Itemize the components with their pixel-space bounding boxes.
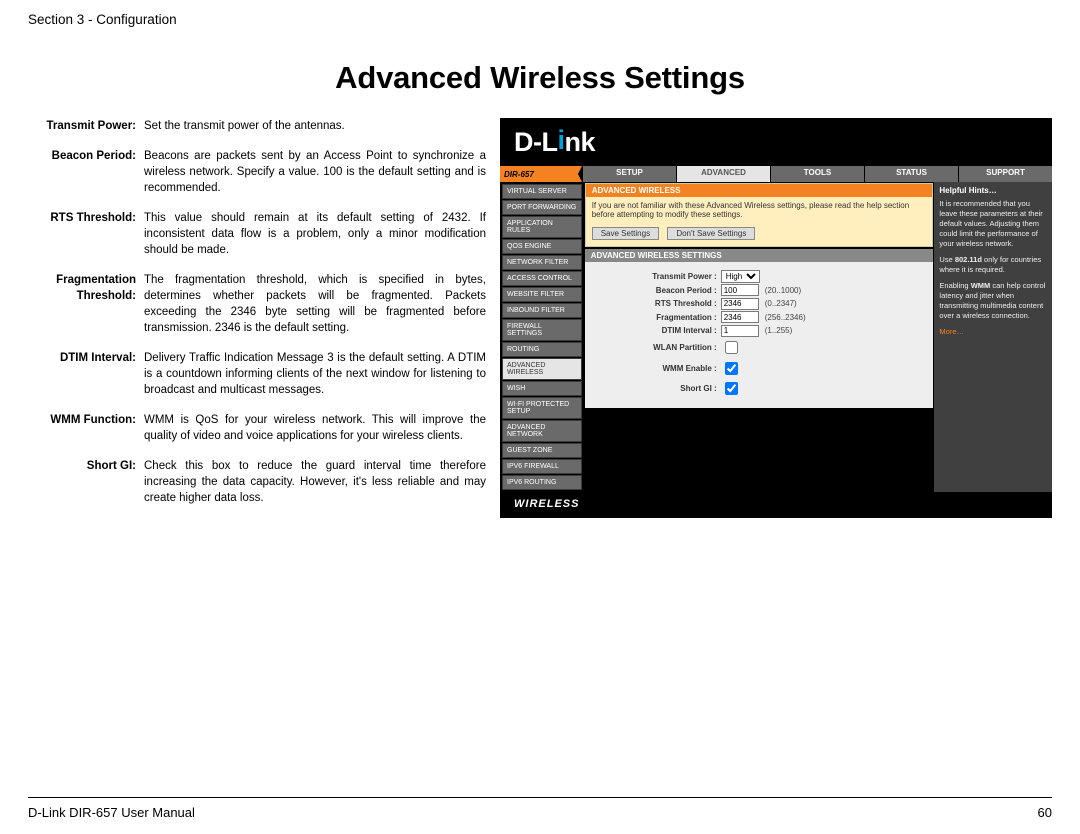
definition-label: Transmit Power: <box>16 118 140 134</box>
dtim-range: (1..255) <box>765 326 793 335</box>
sidebar-item[interactable]: VIRTUAL SERVER <box>502 184 582 199</box>
hints-p1: It is recommended that you leave these p… <box>939 199 1047 249</box>
sidebar-item[interactable]: ACCESS CONTROL <box>502 271 582 286</box>
router-admin-screenshot: D-Link DIR-657 SETUPADVANCEDTOOLSSTATUSS… <box>500 118 1052 518</box>
notif-buttons: Save Settings Don't Save Settings <box>586 223 933 246</box>
definition-label: Beacon Period: <box>16 148 140 196</box>
definition-label: DTIM Interval: <box>16 350 140 398</box>
notif-text: If you are not familiar with these Advan… <box>586 197 933 223</box>
sidebar-item[interactable]: WISH <box>502 381 582 396</box>
sidebar-item[interactable]: ADVANCED NETWORK <box>502 420 582 442</box>
sidebar-item[interactable]: INBOUND FILTER <box>502 303 582 318</box>
definition-text: Check this box to reduce the guard inter… <box>140 458 486 506</box>
definition-text: Set the transmit power of the antennas. <box>140 118 486 134</box>
model-label: DIR-657 <box>500 166 582 182</box>
notification-box: ADVANCED WIRELESS If you are not familia… <box>585 183 934 247</box>
definition-text: Delivery Traffic Indication Message 3 is… <box>140 350 486 398</box>
definition-row: Transmit Power:Set the transmit power of… <box>16 118 486 134</box>
notif-header: ADVANCED WIRELESS <box>586 184 933 197</box>
frag-label: Fragmentation : <box>595 313 721 322</box>
beacon-range: (20..1000) <box>765 286 801 295</box>
hints-p3: Enabling WMM can help control latency an… <box>939 281 1047 321</box>
frag-range: (256..2346) <box>765 313 806 322</box>
rts-range: (0..2347) <box>765 299 797 308</box>
dtim-input[interactable] <box>721 325 759 337</box>
hints-more-link[interactable]: More… <box>939 327 1047 337</box>
beacon-input[interactable] <box>721 284 759 296</box>
definition-text: WMM is QoS for your wireless network. Th… <box>140 412 486 444</box>
definition-text: The fragmentation threshold, which is sp… <box>140 272 486 336</box>
save-settings-button[interactable]: Save Settings <box>592 227 659 240</box>
definition-row: Short GI:Check this box to reduce the gu… <box>16 458 486 506</box>
sidebar-item[interactable]: IPV6 ROUTING <box>502 475 582 490</box>
sidebar-item[interactable]: ROUTING <box>502 342 582 357</box>
definition-row: WMM Function:WMM is QoS for your wireles… <box>16 412 486 444</box>
tab-status[interactable]: STATUS <box>864 166 958 182</box>
settings-box: ADVANCED WIRELESS SETTINGS Transmit Powe… <box>585 249 934 408</box>
gi-checkbox[interactable] <box>725 382 738 395</box>
wlan-checkbox[interactable] <box>725 341 738 354</box>
dont-save-button[interactable]: Don't Save Settings <box>667 227 755 240</box>
rts-label: RTS Threshold : <box>595 299 721 308</box>
brand-logo: D-Link <box>514 127 595 158</box>
definition-row: RTS Threshold:This value should remain a… <box>16 210 486 258</box>
sidebar-item[interactable]: GUEST ZONE <box>502 443 582 458</box>
section-header: Section 3 - Configuration <box>28 12 177 27</box>
router-footer: WIRELESS <box>500 492 1052 518</box>
router-center: ADVANCED WIRELESS If you are not familia… <box>584 182 935 492</box>
tab-support[interactable]: SUPPORT <box>958 166 1052 182</box>
tab-tools[interactable]: TOOLS <box>770 166 864 182</box>
tab-advanced[interactable]: ADVANCED <box>676 166 770 182</box>
transmit-power-label: Transmit Power : <box>595 272 721 281</box>
definition-row: Beacon Period:Beacons are packets sent b… <box>16 148 486 196</box>
wlan-label: WLAN Partition : <box>595 343 721 352</box>
sidebar-item[interactable]: WEBSITE FILTER <box>502 287 582 302</box>
sidebar-item[interactable]: ADVANCED WIRELESS <box>502 358 582 380</box>
rts-input[interactable] <box>721 298 759 310</box>
settings-header: ADVANCED WIRELESS SETTINGS <box>585 249 934 262</box>
footer-page: 60 <box>1038 805 1052 820</box>
sidebar-item[interactable]: PORT FORWARDING <box>502 200 582 215</box>
definition-text: Beacons are packets sent by an Access Po… <box>140 148 486 196</box>
sidebar-item[interactable]: IPV6 FIREWALL <box>502 459 582 474</box>
definition-text: This value should remain at its default … <box>140 210 486 258</box>
page-title: Advanced Wireless Settings <box>0 60 1080 96</box>
definition-row: DTIM Interval:Delivery Traffic Indicatio… <box>16 350 486 398</box>
definition-label: WMM Function: <box>16 412 140 444</box>
sidebar-item[interactable]: QOS ENGINE <box>502 239 582 254</box>
sidebar-item[interactable]: NETWORK FILTER <box>502 255 582 270</box>
gi-label: Short GI : <box>595 384 721 393</box>
frag-input[interactable] <box>721 311 759 323</box>
definitions-list: Transmit Power:Set the transmit power of… <box>16 118 486 520</box>
definition-label: Fragmentation Threshold: <box>16 272 140 336</box>
wmm-label: WMM Enable : <box>595 364 721 373</box>
hints-p2: Use 802.11d only for countries where it … <box>939 255 1047 275</box>
wmm-checkbox[interactable] <box>725 362 738 375</box>
definition-label: RTS Threshold: <box>16 210 140 258</box>
sidebar-item[interactable]: APPLICATION RULES <box>502 216 582 238</box>
footer-rule <box>28 797 1052 798</box>
footer-manual: D-Link DIR-657 User Manual <box>28 805 195 820</box>
hints-header: Helpful Hints… <box>939 186 1047 196</box>
definition-row: Fragmentation Threshold:The fragmentatio… <box>16 272 486 336</box>
router-top-bar: D-Link <box>500 118 1052 166</box>
tab-setup[interactable]: SETUP <box>582 166 676 182</box>
router-sidebar: VIRTUAL SERVERPORT FORWARDINGAPPLICATION… <box>500 182 584 492</box>
transmit-power-select[interactable]: High <box>721 270 760 283</box>
sidebar-item[interactable]: WI-FI PROTECTED SETUP <box>502 397 582 419</box>
definition-label: Short GI: <box>16 458 140 506</box>
sidebar-item[interactable]: FIREWALL SETTINGS <box>502 319 582 341</box>
router-tabs: DIR-657 SETUPADVANCEDTOOLSSTATUSSUPPORT <box>500 166 1052 182</box>
dtim-label: DTIM Interval : <box>595 326 721 335</box>
beacon-label: Beacon Period : <box>595 286 721 295</box>
helpful-hints: Helpful Hints… It is recommended that yo… <box>934 182 1052 492</box>
